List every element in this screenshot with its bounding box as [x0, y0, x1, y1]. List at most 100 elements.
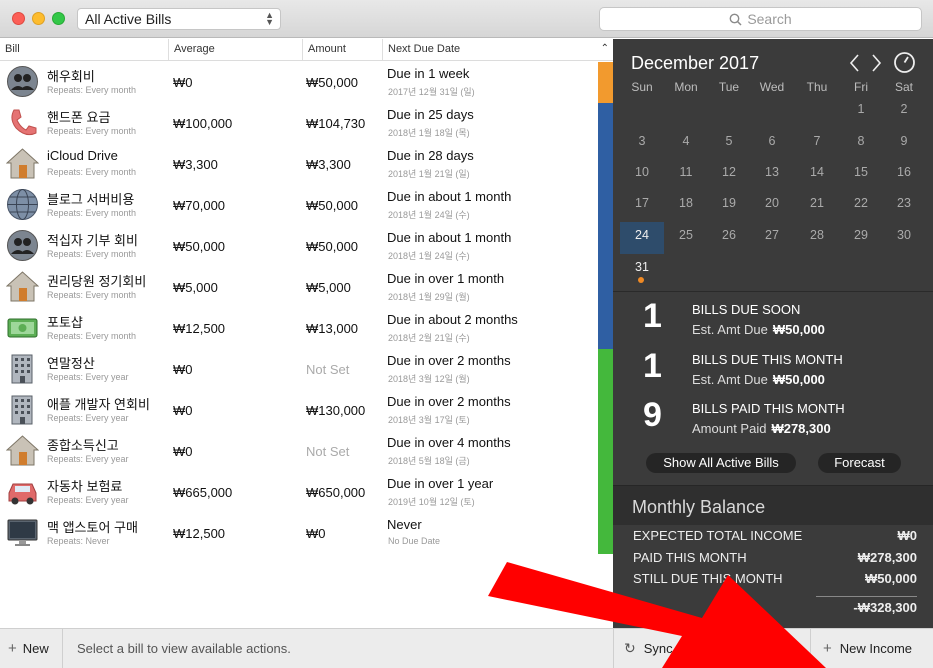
bill-amount: Not Set [306, 444, 350, 459]
balance-value: ₩278,300 [857, 550, 917, 565]
calendar-day[interactable]: 17 [627, 196, 657, 210]
calendar-day[interactable]: 21 [802, 196, 832, 210]
bill-average: ₩12,500 [173, 526, 226, 541]
stat-title: BILLS DUE SOON [692, 302, 801, 317]
calendar-day[interactable]: 28 [802, 228, 832, 242]
calendar-day[interactable]: 23 [889, 196, 919, 210]
column-header-amount[interactable]: Amount [303, 39, 383, 60]
bill-row[interactable]: 맥 앱스토어 구매 Repeats: Never ₩12,500 ₩0 Never No … [0, 513, 598, 554]
balance-value: ₩50,000 [864, 571, 917, 586]
calendar-day[interactable]: 7 [802, 134, 832, 148]
calendar-day[interactable]: 19 [714, 196, 744, 210]
help-button[interactable]: Help [779, 629, 802, 668]
bill-average: ₩100,000 [173, 116, 233, 131]
bill-due-dot-icon [638, 277, 644, 283]
calendar-day[interactable]: 5 [714, 134, 744, 148]
search-field[interactable]: Search [599, 7, 922, 31]
bill-amount: ₩130,000 [306, 403, 366, 418]
bill-status-stripe [598, 103, 613, 144]
calendar-day[interactable]: 4 [671, 134, 701, 148]
column-header-average[interactable]: Average [169, 39, 303, 60]
bill-row[interactable]: 권리당원 정기회비 Repeats: Every month ₩5,000 ₩5,00… [0, 267, 598, 308]
calendar-day[interactable]: 26 [714, 228, 744, 242]
new-income-button[interactable]: + New Income [810, 629, 933, 668]
bill-name: 포토샵 [47, 315, 83, 330]
building-icon [11, 354, 33, 384]
money-icon [7, 318, 38, 338]
bill-name: 종합소득신고 [47, 438, 119, 453]
close-window-button[interactable] [12, 12, 25, 25]
table-header: Bill Average Amount Next Due Date ⌃ [0, 39, 613, 61]
calendar-day[interactable]: 16 [889, 165, 919, 179]
contacts-icon [7, 66, 38, 97]
stat-subtitle: Est. Amt Due ₩50,000 [692, 322, 825, 337]
calendar-day[interactable]: 20 [757, 196, 787, 210]
new-bill-button[interactable]: + New [0, 629, 63, 668]
bill-due-date: 2018년 1월 29일 (월) [388, 292, 470, 302]
bill-name: iCloud Drive [47, 148, 118, 163]
bill-amount: ₩50,000 [306, 198, 359, 213]
calendar-day[interactable]: 3 [627, 134, 657, 148]
bill-due: Due in about 2 months [387, 312, 518, 327]
bill-repeat: Repeats: Every month [47, 290, 137, 300]
calendar-day[interactable]: 24 [627, 228, 657, 242]
show-all-active-bills-button[interactable]: Show All Active Bills [646, 453, 796, 473]
bill-row[interactable]: 해우회비 Repeats: Every month ₩0 ₩50,000 Due in … [0, 62, 598, 103]
calendar-day[interactable]: 1 [846, 102, 876, 116]
zoom-window-button[interactable] [52, 12, 65, 25]
bill-amount: ₩0 [306, 526, 326, 541]
calendar-day[interactable]: 14 [802, 165, 832, 179]
calendar-day[interactable]: 15 [846, 165, 876, 179]
bill-row[interactable]: iCloud Drive Repeats: Every month ₩3,300 ₩3… [0, 144, 598, 185]
bill-average: ₩0 [173, 75, 193, 90]
today-button[interactable] [893, 51, 916, 78]
weekday-label: Thu [806, 80, 828, 94]
calendar-day[interactable]: 31 [627, 260, 657, 274]
phone-icon [11, 109, 37, 136]
calendar-day[interactable]: 27 [757, 228, 787, 242]
bill-filter-select[interactable]: All Active Bills ▲ ▼ [77, 8, 281, 30]
bill-repeat: Repeats: Every month [47, 126, 137, 136]
calendar-day[interactable]: 11 [671, 165, 701, 179]
monthly-balance-header: Monthly Balance [613, 485, 933, 525]
bill-due: Due in 1 week [387, 66, 470, 81]
bill-repeat: Repeats: Never [47, 536, 110, 546]
bill-row[interactable]: 종합소득신고 Repeats: Every year ₩0 Not Set Due in… [0, 431, 598, 472]
car-icon [8, 483, 37, 505]
bill-row[interactable]: 핸드폰 요금 Repeats: Every month ₩100,000 ₩104,7… [0, 103, 598, 144]
bill-name: 적십자 기부 회비 [47, 233, 138, 248]
bill-row[interactable]: 애플 개발자 연회비 Repeats: Every year ₩0 ₩130,000 D… [0, 390, 598, 431]
bottom-toolbar-right: ↻ Sync Help + New Income [613, 628, 933, 668]
bill-due-date: 2018년 1월 21일 (일) [388, 169, 470, 179]
bill-row[interactable]: 연말정산 Repeats: Every year ₩0 Not Set Due in o… [0, 349, 598, 390]
calendar-day[interactable]: 12 [714, 165, 744, 179]
bill-name: 핸드폰 요금 [47, 110, 111, 125]
calendar-day[interactable]: 8 [846, 134, 876, 148]
calendar-day[interactable]: 13 [757, 165, 787, 179]
forecast-button[interactable]: Forecast [818, 453, 901, 473]
bill-status-stripe [598, 472, 613, 513]
calendar-day[interactable]: 30 [889, 228, 919, 242]
next-month-button[interactable] [872, 53, 882, 77]
calendar-day[interactable]: 6 [757, 134, 787, 148]
bill-row[interactable]: 적십자 기부 회비 Repeats: Every month ₩50,000 ₩50,… [0, 226, 598, 267]
bill-row[interactable]: 블로그 서버비용 Repeats: Every month ₩70,000 ₩50,0… [0, 185, 598, 226]
plus-icon: + [823, 640, 832, 657]
column-header-next-due-date[interactable]: Next Due Date ⌃ [383, 39, 613, 60]
previous-month-button[interactable] [849, 53, 859, 77]
calendar-day[interactable]: 22 [846, 196, 876, 210]
calendar-day[interactable]: 9 [889, 134, 919, 148]
bill-row[interactable]: 포토샵 Repeats: Every month ₩12,500 ₩13,000 Due… [0, 308, 598, 349]
plus-icon: + [8, 640, 17, 657]
calendar-day[interactable]: 25 [671, 228, 701, 242]
stat-title: BILLS PAID THIS MONTH [692, 401, 845, 416]
calendar-day[interactable]: 10 [627, 165, 657, 179]
minimize-window-button[interactable] [32, 12, 45, 25]
sync-button[interactable]: ↻ Sync [624, 629, 673, 668]
calendar-day[interactable]: 18 [671, 196, 701, 210]
calendar-day[interactable]: 29 [846, 228, 876, 242]
bill-row[interactable]: 자동차 보험료 Repeats: Every year ₩665,000 ₩650,0… [0, 472, 598, 513]
column-header-bill[interactable]: Bill [0, 39, 169, 60]
weekday-label: Mon [674, 80, 698, 94]
calendar-day[interactable]: 2 [889, 102, 919, 116]
